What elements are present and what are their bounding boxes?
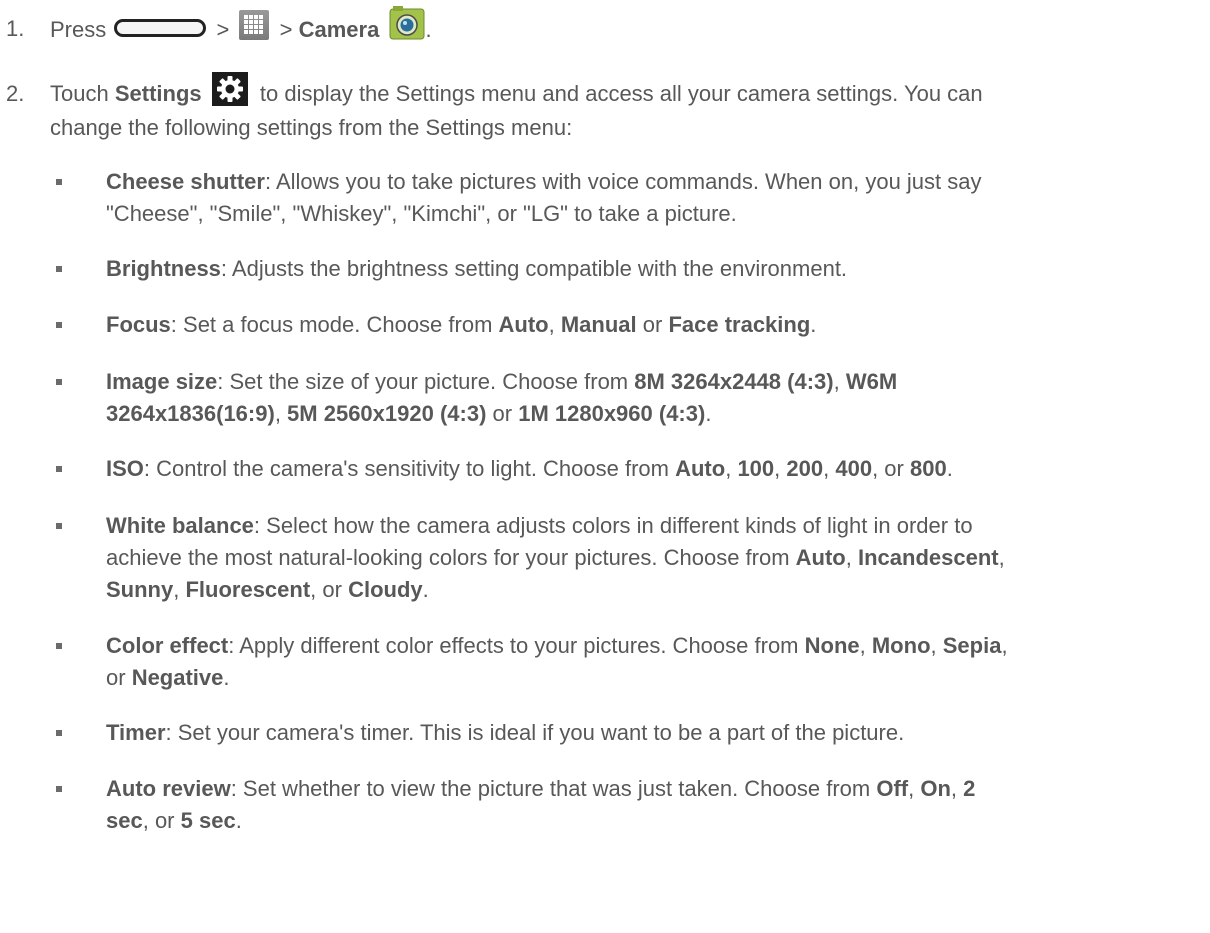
camera-app-icon bbox=[389, 5, 425, 41]
gear-icon bbox=[211, 72, 248, 107]
step-number: 2. bbox=[6, 81, 25, 106]
bullet-marker bbox=[56, 786, 62, 792]
bullet-marker bbox=[56, 266, 62, 272]
apps-icon bbox=[239, 10, 270, 40]
step-text: Press > > Camera . bbox=[50, 6, 1200, 49]
bullet-marker bbox=[56, 179, 62, 185]
bullet-marker bbox=[56, 379, 62, 385]
bullet-marker bbox=[56, 730, 62, 736]
step-number: 1. bbox=[6, 16, 25, 41]
bullet-marker bbox=[56, 466, 62, 472]
settings-label: Settings bbox=[114, 81, 202, 106]
camera-label: Camera bbox=[298, 16, 380, 42]
bullet-marker bbox=[56, 643, 62, 649]
bullet-marker bbox=[56, 322, 62, 328]
step-text: Touch Settings to display the Settings m… bbox=[50, 72, 1200, 144]
bullet-marker bbox=[56, 523, 62, 529]
document-page: 1. Press > > Camera . 2. Touch Settings … bbox=[0, 0, 1210, 933]
home-button-icon bbox=[114, 19, 207, 37]
